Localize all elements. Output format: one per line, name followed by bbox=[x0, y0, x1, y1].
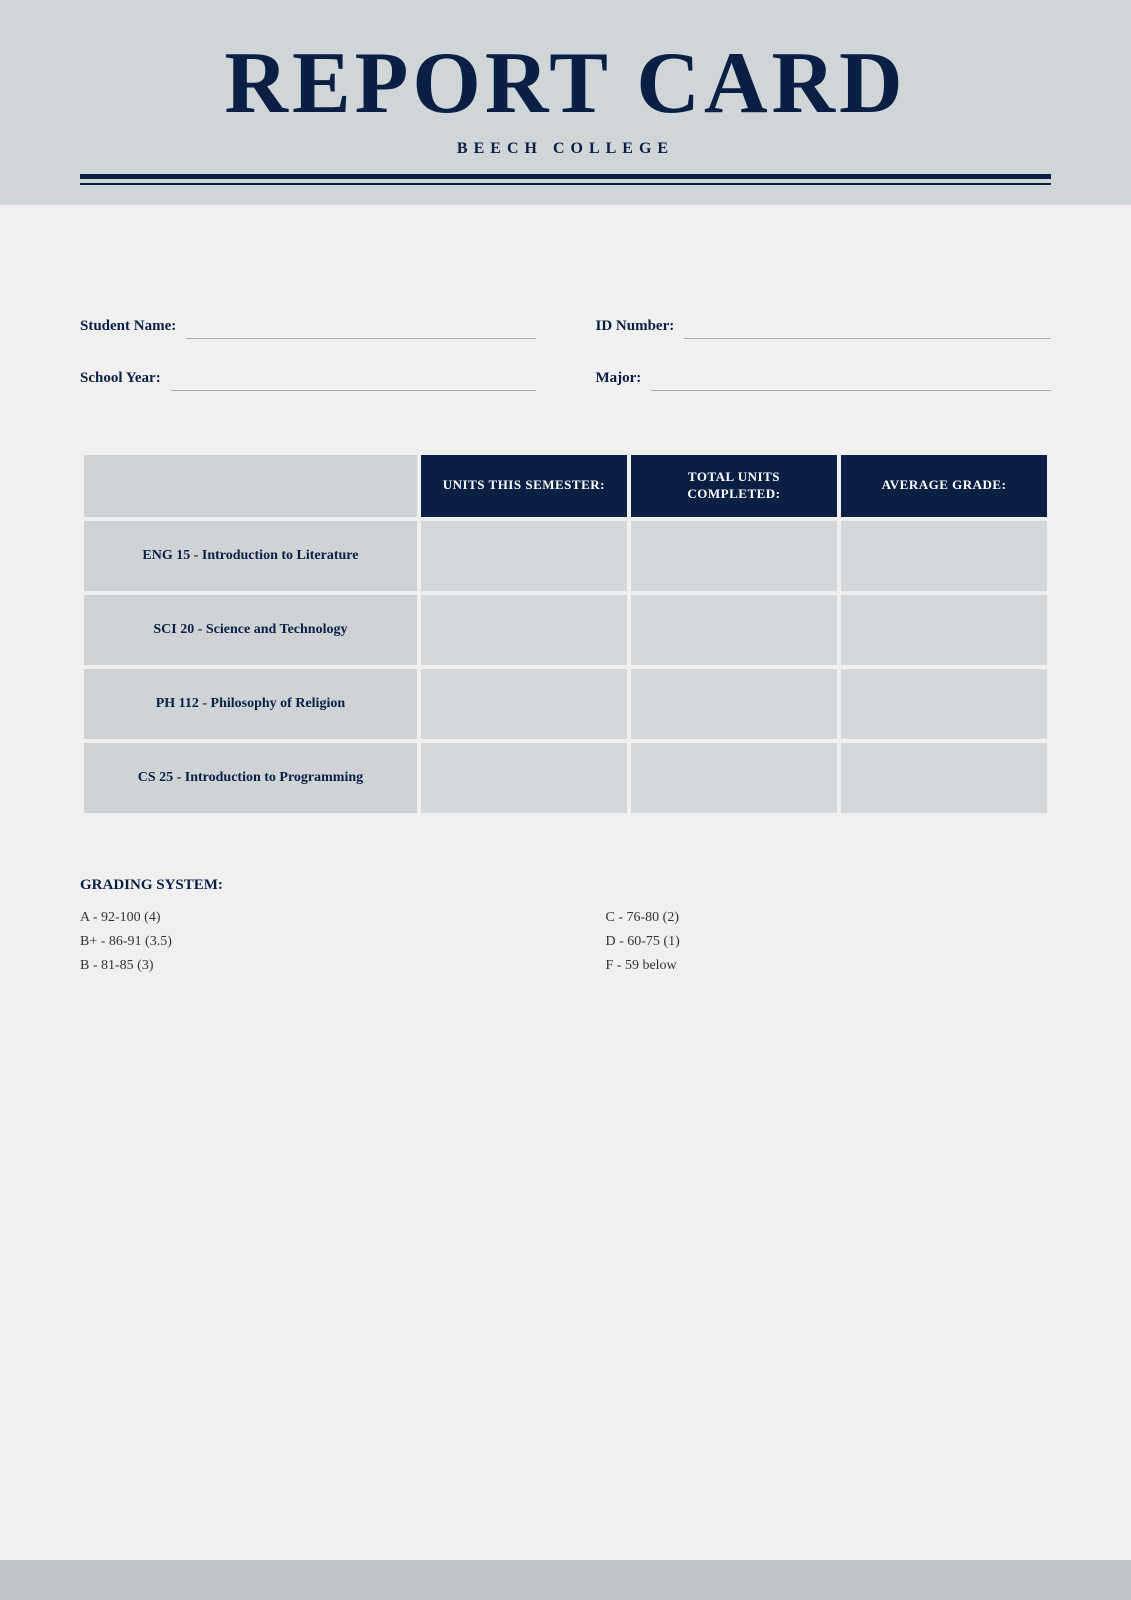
school-year-field: School Year: bbox=[80, 367, 536, 391]
id-number-label: ID Number: bbox=[596, 318, 675, 339]
course-name-cell-1: SCI 20 - Science and Technology bbox=[84, 595, 417, 665]
header-divider bbox=[80, 174, 1051, 185]
total-units-cell-2 bbox=[631, 669, 837, 739]
page-title: REPORT CARD bbox=[80, 40, 1051, 128]
student-name-line bbox=[186, 315, 535, 339]
avg-grade-cell-1 bbox=[841, 595, 1047, 665]
id-number-field: ID Number: bbox=[596, 315, 1052, 339]
total-units-cell-0 bbox=[631, 521, 837, 591]
units-cell-1 bbox=[421, 595, 627, 665]
info-row-2: School Year: Major: bbox=[80, 367, 1051, 391]
divider-thin bbox=[80, 183, 1051, 185]
course-name-cell-2: PH 112 - Philosophy of Religion bbox=[84, 669, 417, 739]
table-row: CS 25 - Introduction to Programming bbox=[84, 743, 1047, 813]
main-content: Student Name: ID Number: School Year: Ma… bbox=[0, 205, 1131, 1560]
major-label: Major: bbox=[596, 370, 642, 391]
avg-grade-cell-2 bbox=[841, 669, 1047, 739]
header: REPORT CARD BEECH COLLEGE bbox=[0, 0, 1131, 205]
info-row-1: Student Name: ID Number: bbox=[80, 315, 1051, 339]
avg-grade-cell-3 bbox=[841, 743, 1047, 813]
id-number-line bbox=[684, 315, 1051, 339]
major-field: Major: bbox=[596, 367, 1052, 391]
student-name-field: Student Name: bbox=[80, 315, 536, 339]
college-name: BEECH COLLEGE bbox=[80, 140, 1051, 158]
major-line bbox=[651, 367, 1051, 391]
grading-item-left-0: A - 92-100 (4) bbox=[80, 910, 526, 926]
avg-grade-cell-0 bbox=[841, 521, 1047, 591]
grading-title: GRADING SYSTEM: bbox=[80, 877, 1051, 894]
grading-section: GRADING SYSTEM: A - 92-100 (4) C - 76-80 … bbox=[80, 877, 1051, 974]
school-year-label: School Year: bbox=[80, 370, 161, 391]
table-header-total-units: TOTAL UNITS COMPLETED: bbox=[631, 455, 837, 517]
grading-item-left-2: B - 81-85 (3) bbox=[80, 958, 526, 974]
total-units-cell-1 bbox=[631, 595, 837, 665]
units-cell-2 bbox=[421, 669, 627, 739]
grading-item-right-1: D - 60-75 (1) bbox=[606, 934, 1052, 950]
grading-item-right-0: C - 76-80 (2) bbox=[606, 910, 1052, 926]
table-row: SCI 20 - Science and Technology bbox=[84, 595, 1047, 665]
student-info-section: Student Name: ID Number: School Year: Ma… bbox=[80, 315, 1051, 391]
course-name-cell-3: CS 25 - Introduction to Programming bbox=[84, 743, 417, 813]
total-units-cell-3 bbox=[631, 743, 837, 813]
school-year-line bbox=[171, 367, 536, 391]
course-name-cell-0: ENG 15 - Introduction to Literature bbox=[84, 521, 417, 591]
table-row: PH 112 - Philosophy of Religion bbox=[84, 669, 1047, 739]
divider-thick bbox=[80, 174, 1051, 179]
table-row: ENG 15 - Introduction to Literature bbox=[84, 521, 1047, 591]
grading-item-left-1: B+ - 86-91 (3.5) bbox=[80, 934, 526, 950]
grading-grid: A - 92-100 (4) C - 76-80 (2) B+ - 86-91 (3… bbox=[80, 910, 1051, 974]
student-name-label: Student Name: bbox=[80, 318, 176, 339]
units-cell-3 bbox=[421, 743, 627, 813]
units-cell-0 bbox=[421, 521, 627, 591]
table-header-units-semester: UNITS THIS SEMESTER: bbox=[421, 455, 627, 517]
grading-item-right-2: F - 59 below bbox=[606, 958, 1052, 974]
table-header-avg-grade: AVERAGE GRADE: bbox=[841, 455, 1047, 517]
footer-bar bbox=[0, 1560, 1131, 1600]
table-header-course bbox=[84, 455, 417, 517]
grades-table: UNITS THIS SEMESTER: TOTAL UNITS COMPLET… bbox=[80, 451, 1051, 817]
